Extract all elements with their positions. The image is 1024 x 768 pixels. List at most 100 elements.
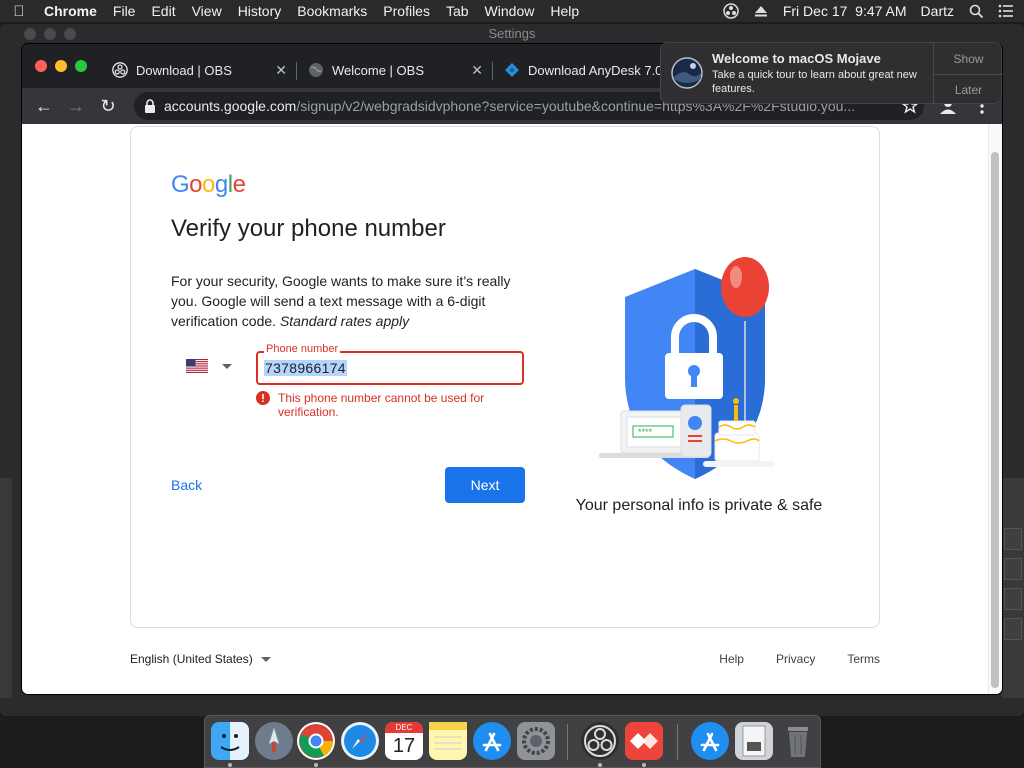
menu-window[interactable]: Window — [485, 3, 535, 19]
tab-divider — [492, 62, 493, 80]
logo-letter: g — [214, 171, 228, 198]
privacy-message: Your personal info is private & safe — [575, 497, 823, 514]
notification-center-icon[interactable] — [998, 3, 1014, 19]
apple-menu-icon[interactable]:  — [10, 3, 28, 20]
menu-view[interactable]: View — [192, 3, 222, 19]
country-selector[interactable] — [186, 359, 232, 373]
macos-mojave-icon — [671, 57, 703, 89]
anydesk-app-icon[interactable] — [625, 722, 663, 760]
next-button[interactable]: Next — [445, 467, 525, 503]
tab-divider — [296, 62, 297, 80]
settings-left-panel — [0, 478, 12, 698]
safari-icon[interactable] — [341, 722, 379, 760]
zoom-window-button[interactable] — [75, 60, 87, 72]
menu-bookmarks[interactable]: Bookmarks — [297, 3, 367, 19]
spotlight-search-icon[interactable] — [968, 3, 984, 19]
notification-body: Take a quick tour to learn about great n… — [712, 69, 917, 95]
obs-tray-icon[interactable] — [723, 3, 739, 19]
obs-app-icon[interactable] — [581, 722, 619, 760]
menu-file[interactable]: File — [113, 3, 136, 19]
scrollbar[interactable] — [988, 124, 1002, 694]
lock-icon — [145, 99, 155, 113]
system-notification[interactable]: Welcome to macOS Mojave Take a quick tou… — [660, 42, 1003, 105]
menu-profiles[interactable]: Profiles — [383, 3, 430, 19]
settings-list-cell — [1004, 558, 1022, 580]
menu-app-name[interactable]: Chrome — [44, 3, 97, 19]
dock: DEC 17 — [204, 715, 821, 768]
notification-later-button[interactable]: Later — [934, 74, 1003, 105]
dock-separator — [567, 724, 568, 760]
tab-welcome-obs[interactable]: Welcome | OBS ✕ — [298, 52, 493, 88]
close-tab-icon[interactable]: ✕ — [275, 62, 287, 79]
dock-separator — [677, 724, 678, 760]
phone-number-input[interactable]: Phone number 7378966174 — [256, 343, 524, 385]
back-arrow-icon[interactable]: ← — [34, 96, 54, 116]
chrome-window: Download | OBS ✕ Welcome | OBS ✕ Downloa… — [22, 44, 1002, 694]
us-flag-icon — [186, 359, 208, 373]
chevron-down-icon — [222, 363, 232, 369]
menu-tab[interactable]: Tab — [446, 3, 469, 19]
minimize-window-button[interactable] — [55, 60, 67, 72]
page-title: Verify your phone number — [171, 215, 446, 242]
eject-icon[interactable] — [753, 3, 769, 19]
running-indicator — [228, 763, 232, 767]
settings-list-cell — [1004, 588, 1022, 610]
phone-error: This phone number cannot be used for ver… — [256, 391, 536, 419]
calendar-icon[interactable]: DEC 17 — [385, 722, 423, 760]
illustration-code: **** — [638, 427, 653, 437]
globe-icon — [309, 63, 323, 77]
settings-list-cell — [1004, 528, 1022, 550]
obs-icon — [112, 62, 128, 78]
phone-number-value[interactable]: 7378966174 — [264, 360, 347, 376]
menu-user[interactable]: Dartz — [921, 3, 954, 19]
page-viewport: Google Verify your phone number For your… — [22, 124, 1002, 694]
menu-help[interactable]: Help — [550, 3, 579, 19]
anydesk-icon — [505, 63, 519, 77]
description-note: Standard rates apply — [279, 313, 410, 329]
trash-icon[interactable] — [779, 722, 817, 760]
downloads-folder-icon[interactable] — [735, 722, 773, 760]
notification-actions: Show Later — [933, 43, 1003, 105]
calendar-day: 17 — [392, 735, 416, 757]
app-store-downloads-icon[interactable] — [691, 722, 729, 760]
back-button[interactable]: Back — [171, 477, 202, 493]
finder-icon[interactable] — [211, 722, 249, 760]
footer-link-privacy[interactable]: Privacy — [776, 652, 815, 666]
scrollbar-thumb[interactable] — [991, 152, 999, 688]
close-tab-icon[interactable]: ✕ — [471, 62, 483, 79]
phone-number-label: Phone number — [264, 343, 341, 355]
chrome-icon[interactable] — [297, 722, 335, 760]
logo-letter: G — [171, 171, 190, 198]
reload-icon[interactable]: ↻ — [98, 96, 118, 116]
launchpad-icon[interactable] — [255, 722, 293, 760]
running-indicator — [598, 763, 602, 767]
google-logo: Google — [171, 171, 246, 199]
settings-window-title: Settings — [488, 26, 536, 41]
menu-edit[interactable]: Edit — [151, 3, 175, 19]
footer-link-terms[interactable]: Terms — [847, 652, 880, 666]
footer-link-help[interactable]: Help — [719, 652, 744, 666]
notes-icon[interactable] — [429, 722, 467, 760]
menu-history[interactable]: History — [238, 3, 282, 19]
app-store-icon[interactable] — [473, 722, 511, 760]
tab-title: Download | OBS — [136, 62, 232, 78]
error-text: This phone number cannot be used for ver… — [278, 391, 485, 419]
tab-download-anydesk[interactable]: Download AnyDesk 7.0 — [494, 52, 664, 88]
language-selector[interactable]: English (United States) — [130, 652, 271, 666]
running-indicator — [314, 763, 318, 767]
logo-letter: e — [232, 171, 246, 198]
signup-card: Google Verify your phone number For your… — [130, 126, 880, 628]
menu-clock[interactable]: Fri Dec 17 9:47 AM — [783, 3, 907, 19]
system-preferences-icon[interactable] — [517, 722, 555, 760]
error-icon — [256, 391, 270, 405]
calendar-month: DEC — [385, 722, 423, 733]
close-window-button[interactable] — [35, 60, 47, 72]
forward-arrow-icon[interactable]: → — [66, 96, 86, 116]
settings-right-panel — [1002, 478, 1024, 698]
footer-links: Help Privacy Terms — [719, 652, 880, 666]
window-controls — [35, 60, 87, 72]
notification-show-button[interactable]: Show — [934, 43, 1003, 74]
tab-title: Download AnyDesk 7.0 — [528, 62, 663, 78]
tab-title: Welcome | OBS — [332, 62, 424, 78]
tab-download-obs[interactable]: Download | OBS ✕ — [102, 52, 297, 88]
